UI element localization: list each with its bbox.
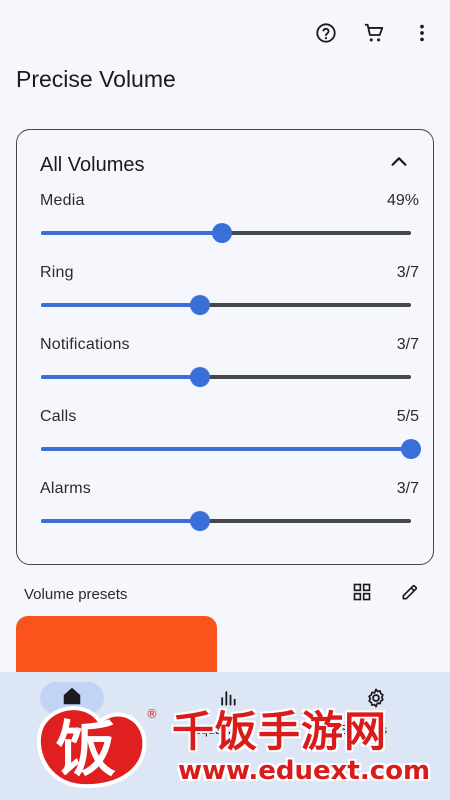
calls-volume-slider[interactable] bbox=[41, 438, 421, 460]
settings-gear-icon bbox=[364, 686, 388, 710]
active-indicator bbox=[40, 682, 104, 714]
volume-value: 3/7 bbox=[396, 336, 419, 353]
volume-label: Ring bbox=[40, 264, 74, 281]
volume-row-notifications: Notifications 3/7 bbox=[17, 336, 435, 408]
nav-label: Settings bbox=[340, 722, 387, 737]
equalizer-icon bbox=[216, 686, 240, 710]
card-title: All Volumes bbox=[40, 154, 145, 176]
volume-label: Media bbox=[40, 192, 85, 209]
alarms-volume-slider[interactable] bbox=[41, 510, 411, 532]
slider-thumb[interactable] bbox=[189, 511, 210, 531]
slider-fill bbox=[41, 303, 200, 307]
slider-thumb[interactable] bbox=[189, 295, 210, 315]
nav-label: Home bbox=[53, 722, 88, 737]
slider-fill bbox=[41, 375, 200, 379]
slider-fill bbox=[41, 519, 200, 523]
volume-value: 3/7 bbox=[396, 480, 419, 497]
slider-thumb[interactable] bbox=[212, 223, 233, 243]
volume-value: 49% bbox=[386, 192, 419, 209]
nav-item-home[interactable]: Home bbox=[0, 672, 112, 762]
edit-pencil-icon[interactable] bbox=[398, 580, 422, 604]
nav-item-settings[interactable]: Settings bbox=[320, 672, 432, 762]
slider-fill bbox=[41, 231, 223, 235]
bottom-navigation: Home Equalizer Settings bbox=[0, 672, 450, 800]
nav-item-equalizer[interactable]: Equalizer bbox=[170, 672, 282, 762]
volume-label: Calls bbox=[40, 408, 77, 425]
home-icon bbox=[61, 685, 83, 712]
all-volumes-card: All Volumes Media 49% Ring 3/7 Notificat… bbox=[16, 129, 434, 565]
volume-value: 5/5 bbox=[396, 408, 419, 425]
volume-label: Notifications bbox=[40, 336, 130, 353]
shopping-cart-icon[interactable] bbox=[361, 20, 387, 46]
ring-volume-slider[interactable] bbox=[41, 294, 411, 316]
volume-row-alarms: Alarms 3/7 bbox=[17, 480, 435, 552]
help-circle-icon[interactable] bbox=[313, 20, 339, 46]
volume-row-ring: Ring 3/7 bbox=[17, 264, 435, 336]
volume-value: 3/7 bbox=[396, 264, 419, 281]
volume-label: Alarms bbox=[40, 480, 91, 497]
slider-thumb[interactable] bbox=[189, 367, 210, 387]
slider-fill bbox=[41, 447, 411, 451]
media-volume-slider[interactable] bbox=[41, 222, 411, 244]
volume-row-calls: Calls 5/5 bbox=[17, 408, 435, 480]
volume-row-media: Media 49% bbox=[17, 192, 435, 264]
nav-label: Equalizer bbox=[192, 722, 247, 737]
chevron-up-icon[interactable] bbox=[385, 148, 413, 176]
more-vertical-icon[interactable] bbox=[409, 20, 435, 46]
grid-view-icon[interactable] bbox=[350, 580, 374, 604]
page-title: Precise Volume bbox=[16, 66, 176, 92]
notifications-volume-slider[interactable] bbox=[41, 366, 411, 388]
top-app-bar bbox=[0, 0, 450, 64]
volume-presets-label: Volume presets bbox=[24, 586, 128, 603]
slider-thumb[interactable] bbox=[401, 439, 421, 459]
